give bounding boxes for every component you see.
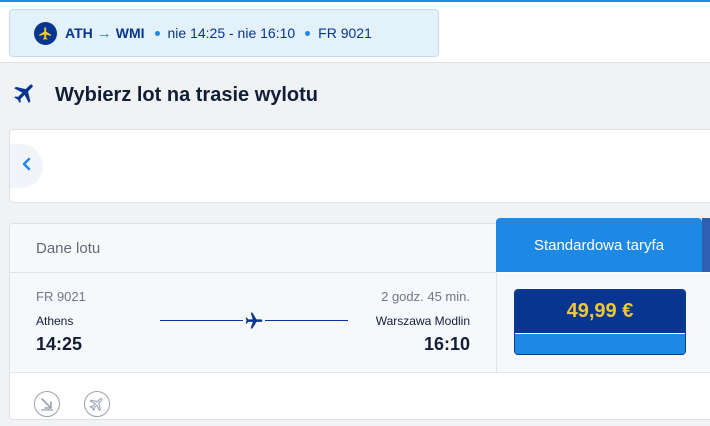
previous-dates-button[interactable]: [10, 144, 43, 188]
tab-standard-fare[interactable]: Standardowa taryfa: [496, 218, 702, 272]
schedule-text: nie 14:25 - nie 16:10: [167, 25, 296, 41]
arrival-city: Warszawa Modlin: [375, 314, 470, 328]
landing-icon: [34, 391, 60, 417]
separator-dot: [154, 30, 160, 36]
departure-city: Athens: [36, 314, 74, 328]
flight-info: FR 9021 2 godz. 45 min. Athens Warszawa …: [10, 273, 497, 372]
plane-badge-icon: [34, 21, 57, 45]
select-fare-button[interactable]: 49,99 €: [514, 289, 686, 355]
flight-duration: 2 godz. 45 min.: [381, 289, 470, 304]
flight-number: FR 9021: [36, 289, 86, 304]
top-strip: ATH → WMI nie 14:25 - nie 16:10 FR 9021: [0, 0, 710, 63]
flight-card-header: Dane lotu: [10, 224, 497, 273]
plane-icon: [243, 310, 265, 332]
arrival-time: 16:10: [423, 334, 470, 354]
route-destination: WMI: [115, 25, 145, 41]
fare-button-footer: [515, 333, 685, 354]
departure-time: 14:25: [36, 334, 83, 354]
route-arrow-icon: →: [96, 24, 112, 42]
fare-price: 49,99 €: [515, 290, 685, 333]
chevron-left-icon: [21, 157, 33, 176]
page-title: Wybierz lot na trasie wylotu: [55, 84, 319, 106]
page-heading: Wybierz lot na trasie wylotu: [12, 80, 318, 111]
plane-circle-icon: [84, 391, 110, 417]
route-origin: ATH: [65, 25, 93, 41]
flight-details-label: Dane lotu: [36, 240, 101, 257]
flight-feature-icons: [34, 391, 110, 417]
separator-dot: [305, 30, 311, 36]
flight-row: FR 9021 2 godz. 45 min. Athens Warszawa …: [10, 273, 710, 373]
date-selector-bar: [9, 129, 710, 203]
trip-summary-chip[interactable]: ATH → WMI nie 14:25 - nie 16:10 FR 9021: [9, 9, 439, 57]
tab-next-fare[interactable]: [702, 218, 710, 272]
plane-icon: [12, 80, 38, 111]
chip-flight-number: FR 9021: [318, 25, 372, 41]
